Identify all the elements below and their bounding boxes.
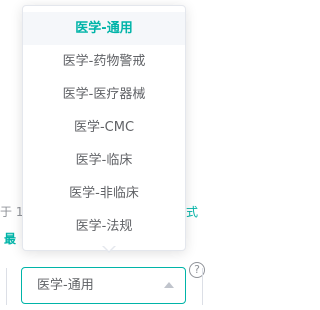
option-regulatory[interactable]: 医学-法规 [23, 210, 185, 243]
option-pharmacovigilance[interactable]: 医学-药物警戒 [23, 45, 185, 78]
select-value: 医学-通用 [37, 278, 94, 293]
option-cmc[interactable]: 医学-CMC [23, 111, 185, 144]
option-nonclinical[interactable]: 医学-非临床 [23, 177, 185, 210]
right-edge-field [202, 268, 207, 305]
option-clinical[interactable]: 医学-临床 [23, 144, 185, 177]
option-medical-devices[interactable]: 医学-医疗器械 [23, 78, 185, 111]
option-general[interactable]: 医学-通用 [23, 12, 185, 45]
domain-dropdown-menu: 医学-通用 医学-药物警戒 医学-医疗器械 医学-CMC 医学-临床 医学-非临… [22, 5, 186, 251]
background-link-fragment[interactable]: 式 [186, 204, 198, 220]
caret-up-icon [164, 282, 174, 288]
dropdown-pointer-arrow [102, 245, 116, 253]
domain-select[interactable]: 医学-通用 [21, 267, 186, 304]
background-label-fragment: 最 [4, 232, 17, 246]
background-text-fragment: 于 1 [0, 205, 24, 219]
left-edge-field [0, 268, 7, 305]
